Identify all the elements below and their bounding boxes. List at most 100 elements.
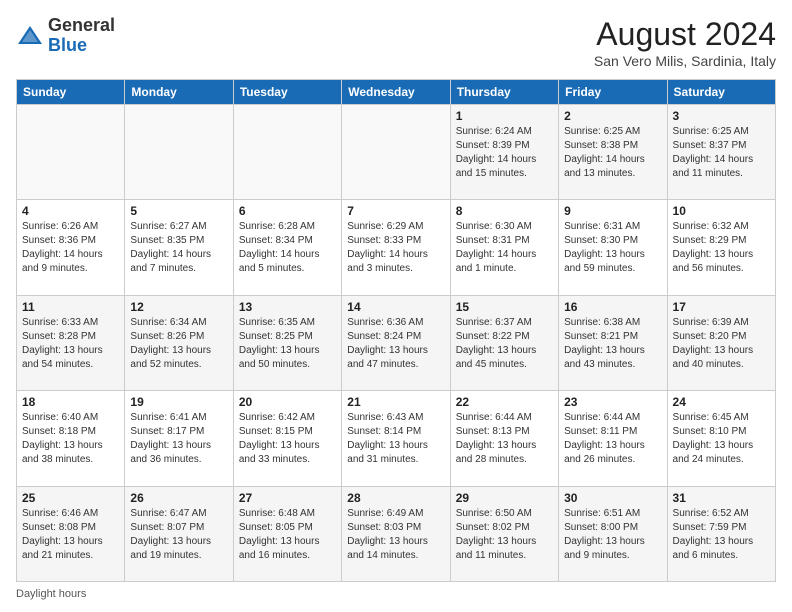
day-info: Sunrise: 6:41 AM Sunset: 8:17 PM Dayligh… <box>130 411 227 467</box>
day-cell: 23 Sunrise: 6:44 AM Sunset: 8:11 PM Dayli… <box>559 391 667 486</box>
week-row-2: 4 Sunrise: 6:26 AM Sunset: 8:36 PM Daylig… <box>17 200 776 295</box>
day-info: Sunrise: 6:51 AM Sunset: 8:00 PM Dayligh… <box>564 507 661 563</box>
day-cell: 15 Sunrise: 6:37 AM Sunset: 8:22 PM Dayli… <box>450 295 558 390</box>
month-year: August 2024 <box>594 16 776 53</box>
footer-note-text: Daylight hours <box>16 588 86 600</box>
day-cell: 21 Sunrise: 6:43 AM Sunset: 8:14 PM Dayli… <box>342 391 450 486</box>
logo: General Blue <box>16 16 115 56</box>
day-cell: 5 Sunrise: 6:27 AM Sunset: 8:35 PM Daylig… <box>125 200 233 295</box>
day-cell: 29 Sunrise: 6:50 AM Sunset: 8:02 PM Dayli… <box>450 486 558 581</box>
logo-blue: Blue <box>48 35 87 55</box>
day-cell: 27Sunrise: 6:48 AM Sunset: 8:05 PM Dayli… <box>233 486 341 581</box>
day-cell: 22Sunrise: 6:44 AM Sunset: 8:13 PM Dayli… <box>450 391 558 486</box>
day-cell: 19 Sunrise: 6:41 AM Sunset: 8:17 PM Dayli… <box>125 391 233 486</box>
day-number: 25 <box>22 491 119 505</box>
day-header-sunday: Sunday <box>17 80 125 105</box>
day-cell: 9 Sunrise: 6:31 AM Sunset: 8:30 PM Daylig… <box>559 200 667 295</box>
day-info: Sunrise: 6:36 AM Sunset: 8:24 PM Dayligh… <box>347 316 444 372</box>
day-info: Sunrise: 6:32 AM Sunset: 8:29 PM Dayligh… <box>673 220 770 276</box>
day-cell: 4 Sunrise: 6:26 AM Sunset: 8:36 PM Daylig… <box>17 200 125 295</box>
day-number: 15 <box>456 300 553 314</box>
day-number: 16 <box>564 300 661 314</box>
day-number: 4 <box>22 204 119 218</box>
day-number: 1 <box>456 109 553 123</box>
day-number: 5 <box>130 204 227 218</box>
day-info: Sunrise: 6:50 AM Sunset: 8:02 PM Dayligh… <box>456 507 553 563</box>
day-header-saturday: Saturday <box>667 80 775 105</box>
day-info: Sunrise: 6:25 AM Sunset: 8:38 PM Dayligh… <box>564 125 661 181</box>
day-cell: 6 Sunrise: 6:28 AM Sunset: 8:34 PM Daylig… <box>233 200 341 295</box>
day-info: Sunrise: 6:28 AM Sunset: 8:34 PM Dayligh… <box>239 220 336 276</box>
day-number: 31 <box>673 491 770 505</box>
day-cell: 28Sunrise: 6:49 AM Sunset: 8:03 PM Dayli… <box>342 486 450 581</box>
day-header-thursday: Thursday <box>450 80 558 105</box>
day-number: 26 <box>130 491 227 505</box>
logo-general: General <box>48 15 115 35</box>
day-info: Sunrise: 6:45 AM Sunset: 8:10 PM Dayligh… <box>673 411 770 467</box>
day-number: 21 <box>347 395 444 409</box>
day-number: 6 <box>239 204 336 218</box>
day-info: Sunrise: 6:46 AM Sunset: 8:08 PM Dayligh… <box>22 507 119 563</box>
day-cell: 7Sunrise: 6:29 AM Sunset: 8:33 PM Daylig… <box>342 200 450 295</box>
day-cell <box>233 105 341 200</box>
day-cell: 24 Sunrise: 6:45 AM Sunset: 8:10 PM Dayli… <box>667 391 775 486</box>
day-cell: 3 Sunrise: 6:25 AM Sunset: 8:37 PM Daylig… <box>667 105 775 200</box>
day-info: Sunrise: 6:49 AM Sunset: 8:03 PM Dayligh… <box>347 507 444 563</box>
day-number: 20 <box>239 395 336 409</box>
day-number: 3 <box>673 109 770 123</box>
day-cell: 12Sunrise: 6:34 AM Sunset: 8:26 PM Dayli… <box>125 295 233 390</box>
day-number: 30 <box>564 491 661 505</box>
title-block: August 2024 San Vero Milis, Sardinia, It… <box>594 16 776 69</box>
day-number: 12 <box>130 300 227 314</box>
day-cell: 18Sunrise: 6:40 AM Sunset: 8:18 PM Dayli… <box>17 391 125 486</box>
day-number: 29 <box>456 491 553 505</box>
day-info: Sunrise: 6:47 AM Sunset: 8:07 PM Dayligh… <box>130 507 227 563</box>
day-info: Sunrise: 6:25 AM Sunset: 8:37 PM Dayligh… <box>673 125 770 181</box>
day-header-wednesday: Wednesday <box>342 80 450 105</box>
day-number: 8 <box>456 204 553 218</box>
day-cell: 11Sunrise: 6:33 AM Sunset: 8:28 PM Dayli… <box>17 295 125 390</box>
day-number: 23 <box>564 395 661 409</box>
day-info: Sunrise: 6:44 AM Sunset: 8:11 PM Dayligh… <box>564 411 661 467</box>
day-cell: 8Sunrise: 6:30 AM Sunset: 8:31 PM Daylig… <box>450 200 558 295</box>
location: San Vero Milis, Sardinia, Italy <box>594 53 776 69</box>
day-info: Sunrise: 6:52 AM Sunset: 7:59 PM Dayligh… <box>673 507 770 563</box>
day-cell <box>342 105 450 200</box>
day-number: 24 <box>673 395 770 409</box>
day-cell: 30 Sunrise: 6:51 AM Sunset: 8:00 PM Dayli… <box>559 486 667 581</box>
day-info: Sunrise: 6:38 AM Sunset: 8:21 PM Dayligh… <box>564 316 661 372</box>
day-info: Sunrise: 6:27 AM Sunset: 8:35 PM Dayligh… <box>130 220 227 276</box>
day-number: 9 <box>564 204 661 218</box>
day-number: 17 <box>673 300 770 314</box>
day-number: 10 <box>673 204 770 218</box>
day-number: 19 <box>130 395 227 409</box>
day-info: Sunrise: 6:37 AM Sunset: 8:22 PM Dayligh… <box>456 316 553 372</box>
day-info: Sunrise: 6:35 AM Sunset: 8:25 PM Dayligh… <box>239 316 336 372</box>
footer-note: Daylight hours <box>16 588 776 600</box>
day-info: Sunrise: 6:24 AM Sunset: 8:39 PM Dayligh… <box>456 125 553 181</box>
day-cell <box>125 105 233 200</box>
day-cell: 2Sunrise: 6:25 AM Sunset: 8:38 PM Daylig… <box>559 105 667 200</box>
day-headers-row: SundayMondayTuesdayWednesdayThursdayFrid… <box>17 80 776 105</box>
page: General Blue August 2024 San Vero Milis,… <box>0 0 792 612</box>
day-cell: 16 Sunrise: 6:38 AM Sunset: 8:21 PM Dayli… <box>559 295 667 390</box>
header: General Blue August 2024 San Vero Milis,… <box>16 16 776 69</box>
week-row-5: 25 Sunrise: 6:46 AM Sunset: 8:08 PM Dayli… <box>17 486 776 581</box>
day-info: Sunrise: 6:43 AM Sunset: 8:14 PM Dayligh… <box>347 411 444 467</box>
week-row-4: 18Sunrise: 6:40 AM Sunset: 8:18 PM Dayli… <box>17 391 776 486</box>
day-number: 22 <box>456 395 553 409</box>
day-info: Sunrise: 6:26 AM Sunset: 8:36 PM Dayligh… <box>22 220 119 276</box>
day-cell: 17 Sunrise: 6:39 AM Sunset: 8:20 PM Dayli… <box>667 295 775 390</box>
week-row-1: 1 Sunrise: 6:24 AM Sunset: 8:39 PM Daylig… <box>17 105 776 200</box>
day-cell <box>17 105 125 200</box>
week-row-3: 11Sunrise: 6:33 AM Sunset: 8:28 PM Dayli… <box>17 295 776 390</box>
day-number: 7 <box>347 204 444 218</box>
day-cell: 20Sunrise: 6:42 AM Sunset: 8:15 PM Dayli… <box>233 391 341 486</box>
day-cell: 10 Sunrise: 6:32 AM Sunset: 8:29 PM Dayli… <box>667 200 775 295</box>
day-info: Sunrise: 6:31 AM Sunset: 8:30 PM Dayligh… <box>564 220 661 276</box>
day-info: Sunrise: 6:33 AM Sunset: 8:28 PM Dayligh… <box>22 316 119 372</box>
logo-text: General Blue <box>48 16 115 56</box>
day-cell: 26 Sunrise: 6:47 AM Sunset: 8:07 PM Dayli… <box>125 486 233 581</box>
day-info: Sunrise: 6:39 AM Sunset: 8:20 PM Dayligh… <box>673 316 770 372</box>
logo-icon <box>16 22 44 50</box>
